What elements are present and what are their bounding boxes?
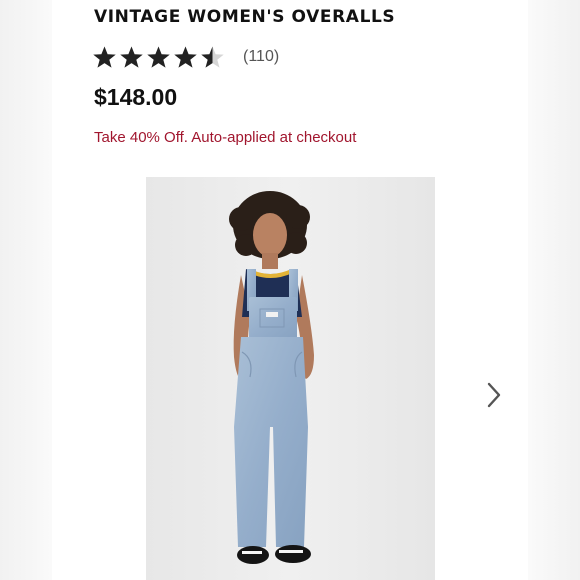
promo-message: Take 40% Off. Auto-applied at checkout xyxy=(94,129,357,146)
product-price: $148.00 xyxy=(94,84,178,110)
star-icon xyxy=(201,46,224,68)
star-icon xyxy=(120,46,143,68)
star-icon xyxy=(174,46,197,68)
left-shade xyxy=(0,0,52,580)
model-photo xyxy=(146,177,435,580)
product-rating[interactable]: (110) xyxy=(92,45,279,69)
chevron-right-icon[interactable] xyxy=(484,381,504,409)
review-count[interactable]: (110) xyxy=(243,45,279,69)
rating-stars xyxy=(92,45,227,69)
star-icon xyxy=(147,46,170,68)
right-shade xyxy=(528,0,580,580)
star-icon xyxy=(93,46,116,68)
product-title: VINTAGE WOMEN'S OVERALLS xyxy=(94,7,396,27)
product-image[interactable] xyxy=(146,177,435,580)
